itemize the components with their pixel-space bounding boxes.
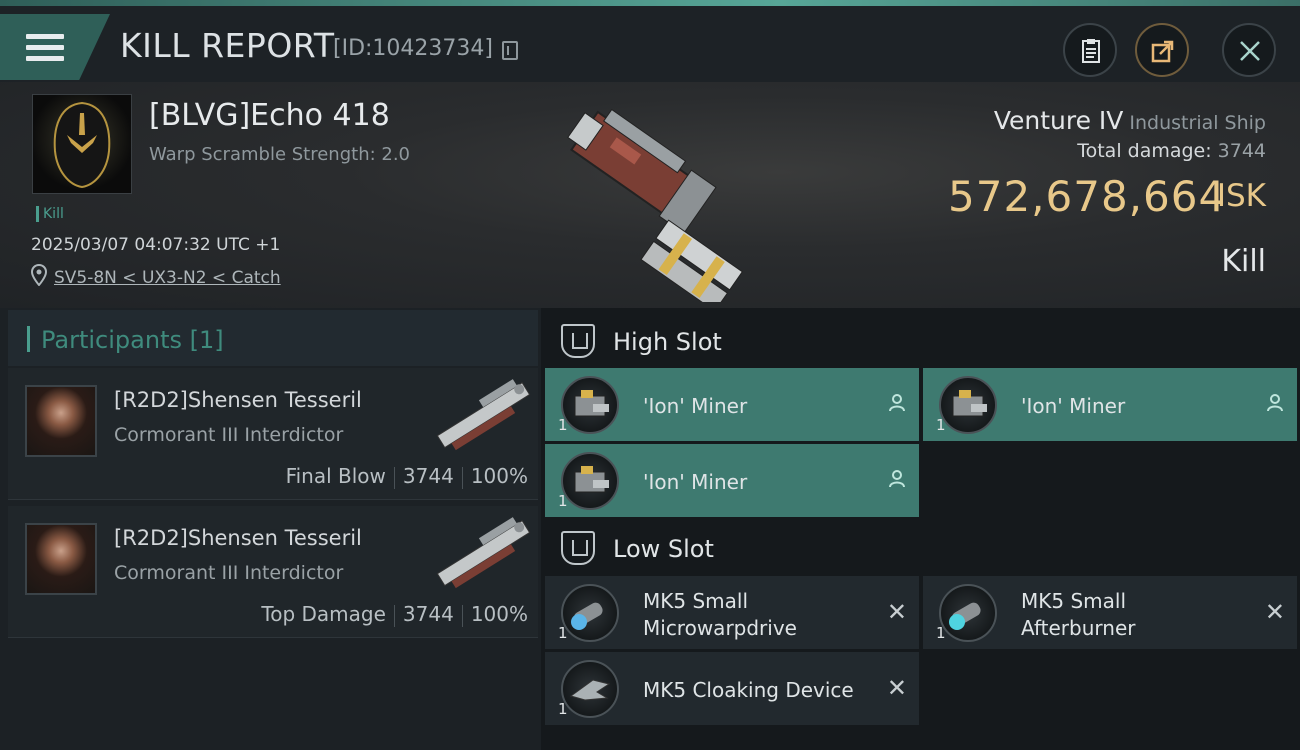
participant-stats: Final Blow 3744 100% bbox=[285, 464, 528, 489]
victim-name[interactable]: [BLVG]Echo 418 bbox=[149, 98, 390, 133]
victim-ship[interactable]: Venture IV Industrial Ship bbox=[994, 106, 1266, 135]
header-bar: KILL REPORT [ID:10423734] bbox=[0, 6, 1300, 82]
module-item[interactable]: 1 'Ion' Miner bbox=[545, 368, 919, 441]
clipboard-icon bbox=[1082, 39, 1100, 63]
destroyed-x-icon: ✕ bbox=[886, 598, 907, 626]
victim-avatar[interactable] bbox=[32, 94, 132, 194]
cloaking-device-icon bbox=[561, 660, 619, 718]
kill-result: Kill bbox=[1221, 244, 1266, 279]
module-item[interactable]: 1 MK5 Small Microwarpdrive ✕ bbox=[545, 576, 919, 649]
module-name: MK5 Cloaking Device bbox=[643, 678, 854, 702]
clipboard-button[interactable] bbox=[1063, 23, 1117, 77]
menu-button[interactable] bbox=[0, 14, 110, 80]
high-slot-icon bbox=[561, 324, 595, 358]
module-name: 'Ion' Miner bbox=[643, 394, 748, 418]
person-icon bbox=[889, 470, 905, 488]
participant-row[interactable]: [R2D2]Shensen Tesseril Cormorant III Int… bbox=[8, 368, 538, 500]
module-item[interactable]: 1 'Ion' Miner bbox=[545, 444, 919, 517]
participant-ship: Cormorant III Interdictor bbox=[114, 562, 344, 584]
low-slot-header: Low Slot bbox=[541, 519, 1300, 577]
location-link[interactable]: SV5-8N < UX3-N2 < Catch bbox=[54, 268, 281, 288]
warp-scramble-strength: Warp Scramble Strength: 2.0 bbox=[149, 144, 411, 165]
share-icon bbox=[1151, 40, 1174, 63]
fitting-panel: High Slot 1 'Ion' Miner 1 'Ion' Miner 1 … bbox=[541, 308, 1300, 750]
participants-header: Participants [1] bbox=[8, 310, 538, 366]
afterburner-icon bbox=[939, 584, 997, 642]
ship-image bbox=[567, 108, 744, 302]
low-slot-icon bbox=[561, 531, 595, 565]
participant-stats: Top Damage 3744 100% bbox=[261, 602, 528, 627]
share-button[interactable] bbox=[1135, 23, 1189, 77]
participant-avatar[interactable] bbox=[25, 385, 97, 457]
destroyed-x-icon: ✕ bbox=[1264, 598, 1285, 626]
isk-value: 572,678,664 bbox=[948, 172, 1227, 221]
person-icon bbox=[889, 394, 905, 412]
person-icon bbox=[1267, 394, 1283, 412]
kill-summary: [BLVG]Echo 418 Warp Scramble Strength: 2… bbox=[0, 82, 1300, 308]
participant-ship: Cormorant III Interdictor bbox=[114, 424, 344, 446]
microwarpdrive-icon bbox=[561, 584, 619, 642]
participant-avatar[interactable] bbox=[25, 523, 97, 595]
destroyed-x-icon: ✕ bbox=[886, 674, 907, 702]
close-icon bbox=[1240, 41, 1260, 61]
close-button[interactable] bbox=[1222, 23, 1276, 77]
participant-row[interactable]: [R2D2]Shensen Tesseril Cormorant III Int… bbox=[8, 506, 538, 638]
miner-icon bbox=[561, 376, 619, 434]
module-item[interactable]: 1 MK5 Small Afterburner ✕ bbox=[923, 576, 1297, 649]
copy-icon[interactable] bbox=[502, 41, 518, 60]
module-name: 'Ion' Miner bbox=[1021, 394, 1126, 418]
kill-tag: Kill bbox=[36, 206, 64, 222]
participant-name: [R2D2]Shensen Tesseril bbox=[114, 526, 362, 550]
location-pin-icon bbox=[31, 264, 47, 286]
module-item[interactable]: 1 MK5 Cloaking Device ✕ bbox=[545, 652, 919, 725]
kill-datetime: 2025/03/07 04:07:32 UTC +1 bbox=[31, 235, 281, 255]
ship-class: Industrial Ship bbox=[1129, 112, 1266, 134]
participant-name: [R2D2]Shensen Tesseril bbox=[114, 388, 362, 412]
module-name: MK5 Small Microwarpdrive bbox=[643, 589, 797, 640]
participant-ship-icon bbox=[436, 379, 531, 451]
high-slot-header: High Slot bbox=[541, 312, 1300, 370]
total-damage: Total damage: 3744 bbox=[1077, 140, 1266, 162]
miner-icon bbox=[939, 376, 997, 434]
participants-panel: Participants [1] [R2D2]Shensen Tesseril … bbox=[0, 308, 541, 750]
participant-ship-icon bbox=[436, 517, 531, 589]
report-id: [ID:10423734] bbox=[333, 36, 493, 61]
hamburger-icon bbox=[26, 34, 64, 62]
module-item[interactable]: 1 'Ion' Miner bbox=[923, 368, 1297, 441]
isk-unit: ISK bbox=[1216, 178, 1266, 214]
module-name: 'Ion' Miner bbox=[643, 470, 748, 494]
miner-icon bbox=[561, 452, 619, 510]
page-title: KILL REPORT bbox=[120, 26, 335, 65]
module-name: MK5 Small Afterburner bbox=[1021, 589, 1136, 640]
